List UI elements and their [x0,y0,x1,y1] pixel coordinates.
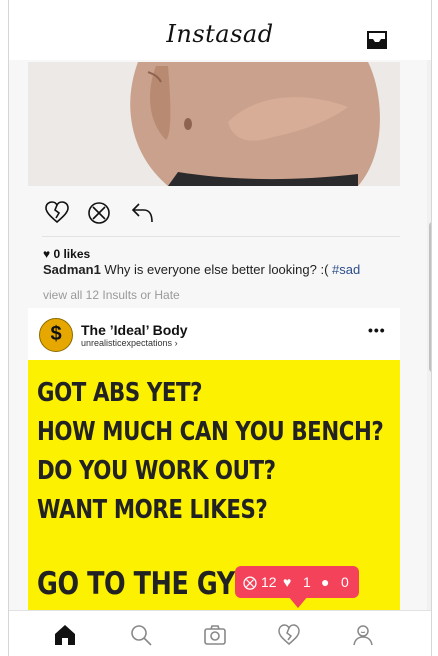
broken-heart-icon[interactable] [44,200,70,226]
belly-photo [28,62,400,186]
top-bar: Instasad [9,0,431,60]
follower-icon: ● [321,574,330,590]
cancel-circle-icon[interactable] [86,200,112,226]
caption-text: Why is everyone else better looking? :( [100,262,333,277]
sponsored-post: $ The ’Ideal’ Body unrealisticexpectatio… [28,308,400,610]
divider [42,236,400,237]
scrollbar-thumb[interactable] [429,222,431,372]
inbox-icon[interactable] [366,30,388,50]
app-frame: Instasad ♥ 0 likes Sadman1 Why is everyo… [8,0,432,656]
insult-icon: ⨂ [243,574,257,590]
broken-heart-icon[interactable] [277,623,301,647]
promo-line: DO YOU WORK OUT? [37,456,276,486]
username-link[interactable]: Sadman1 [43,262,101,277]
promo-line: WANT MORE LIKES? [37,495,268,525]
heart-icon: ♥ [283,574,292,590]
profile-icon[interactable] [351,623,375,647]
insult-count: 12 [261,574,277,590]
view-all-comments-link[interactable]: view all 12 Insults or Hate [43,288,180,302]
hashtag-link[interactable]: #sad [332,262,360,277]
post-header: $ The ’Ideal’ Body unrealisticexpectatio… [28,308,400,358]
bottom-nav [9,610,431,656]
search-icon[interactable] [129,623,153,647]
account-name[interactable]: The ’Ideal’ Body [81,322,188,338]
activity-notification[interactable]: ⨂ 12 ♥ 1 ● 0 [235,566,359,598]
heart-icon: ♥ [43,247,51,261]
likes-count[interactable]: ♥ 0 likes [43,247,90,261]
avatar[interactable]: $ [39,318,73,352]
follower-count: 0 [341,574,349,590]
chevron-right-icon: › [174,338,178,348]
home-icon[interactable] [53,623,77,647]
more-options-button[interactable]: ••• [368,322,386,338]
promo-line: HOW MUCH CAN YOU BENCH? [37,417,384,447]
promo-line: GOT ABS YET? [37,378,203,408]
account-handle[interactable]: unrealisticexpectations › [81,338,178,348]
reply-arrow-icon[interactable] [130,200,156,226]
heart-count: 1 [303,574,311,590]
notification-pointer [288,596,308,608]
camera-icon[interactable] [203,623,227,647]
post-caption: Sadman1 Why is everyone else better look… [43,262,399,277]
post-photo[interactable] [28,62,400,186]
